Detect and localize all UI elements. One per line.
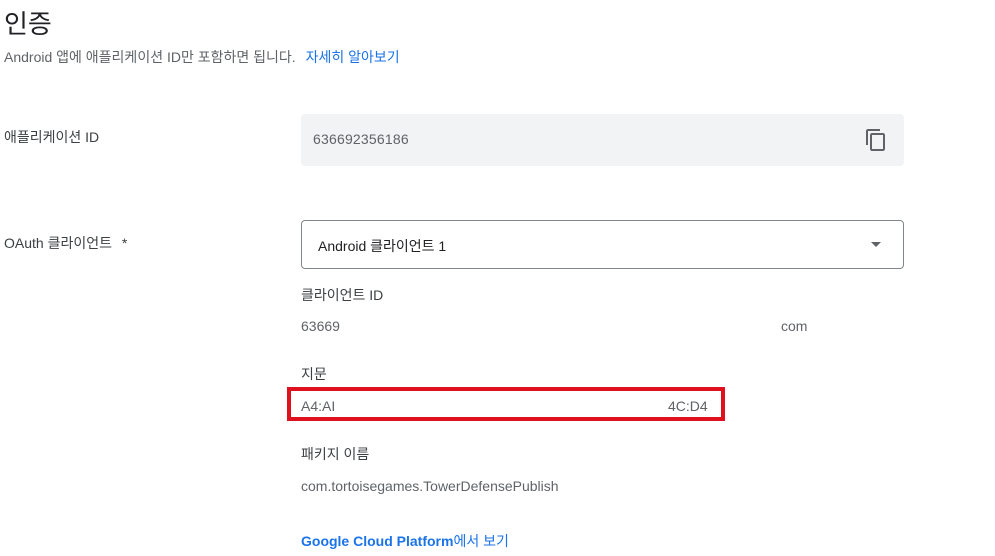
fingerprint-highlight-box <box>287 387 725 421</box>
client-id-value-start: 63669 <box>301 318 340 334</box>
gcp-link-brand: Google Cloud Platform <box>301 533 454 549</box>
subtitle-text: Android 앱에 애플리케이션 ID만 포함하면 됩니다. <box>4 49 296 65</box>
client-id-value-end: com <box>781 318 808 334</box>
fingerprint-label: 지문 <box>301 366 327 382</box>
fingerprint-value-end: 4C:D4 <box>668 398 708 414</box>
page-subtitle: Android 앱에 애플리케이션 ID만 포함하면 됩니다. 자세히 알아보기 <box>4 47 400 67</box>
app-id-label: 애플리케이션 ID <box>4 129 100 145</box>
package-name-label: 패키지 이름 <box>301 446 370 462</box>
arrow-drop-down-icon[interactable] <box>871 242 881 247</box>
oauth-client-selected: Android 클라이언트 1 <box>318 238 447 254</box>
gcp-link-suffix: 에서 보기 <box>453 533 509 549</box>
required-mark: * <box>121 235 128 251</box>
oauth-client-label-text: OAuth 클라이언트 <box>4 235 112 251</box>
oauth-client-select[interactable]: Android 클라이언트 1 <box>301 220 904 269</box>
app-id-field: 636692356186 <box>301 114 904 166</box>
learn-more-link[interactable]: 자세히 알아보기 <box>306 49 400 65</box>
client-id-label: 클라이언트 ID <box>301 287 384 303</box>
app-id-value: 636692356186 <box>313 131 409 147</box>
view-in-gcp-link[interactable]: Google Cloud Platform에서 보기 <box>301 531 509 551</box>
page-title: 인증 <box>4 9 52 39</box>
fingerprint-value-start: A4:AI <box>301 398 336 414</box>
copy-icon[interactable] <box>864 128 888 152</box>
oauth-client-label: OAuth 클라이언트 * <box>4 233 127 253</box>
package-name-value: com.tortoisegames.TowerDefensePublish <box>301 478 559 494</box>
